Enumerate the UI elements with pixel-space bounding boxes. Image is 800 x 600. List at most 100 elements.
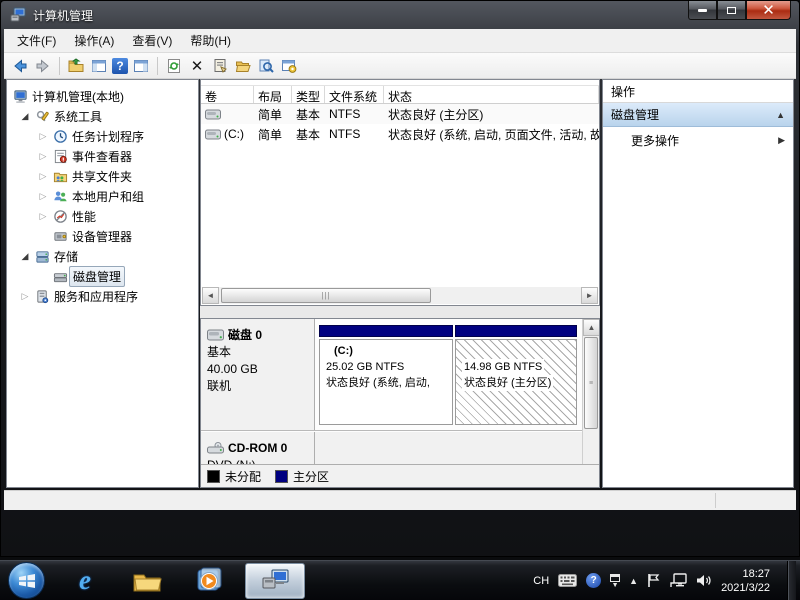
clock[interactable]: 18:27 2021/3/22 bbox=[721, 567, 778, 595]
tree-item-system-tools[interactable]: 系统工具 bbox=[7, 106, 198, 126]
disk-0-info[interactable]: 磁盘 0 基本 40.00 GB 联机 bbox=[201, 319, 315, 430]
forward-icon[interactable] bbox=[33, 56, 53, 76]
horizontal-scrollbar[interactable]: ◄ ||| ► bbox=[202, 287, 598, 304]
folder-icon bbox=[132, 569, 162, 593]
legend-primary: 主分区 bbox=[275, 468, 329, 485]
partition-c[interactable]: (C:) 25.02 GB NTFS 状态良好 (系统, 启动, bbox=[319, 325, 453, 425]
system-tray: CH ▼ bbox=[533, 561, 800, 600]
legend-unallocated: 未分配 bbox=[207, 468, 261, 485]
language-indicator[interactable]: CH bbox=[533, 575, 549, 587]
network-icon[interactable] bbox=[669, 573, 687, 588]
expander-icon[interactable] bbox=[17, 251, 33, 262]
windows-logo-icon bbox=[17, 571, 37, 591]
show-console-tree-icon[interactable] bbox=[89, 56, 109, 76]
volume-icon bbox=[205, 129, 221, 140]
cd-drive-icon bbox=[207, 442, 224, 454]
pane-splitter[interactable] bbox=[200, 306, 600, 318]
tray-date: 2021/3/22 bbox=[721, 581, 770, 595]
export-icon[interactable] bbox=[66, 56, 86, 76]
toolbar-separator bbox=[157, 57, 158, 75]
menu-file[interactable]: 文件(F) bbox=[8, 28, 65, 53]
speaker-icon[interactable] bbox=[696, 573, 712, 588]
menu-view[interactable]: 查看(V) bbox=[123, 28, 181, 53]
taskbar-explorer[interactable] bbox=[125, 563, 169, 599]
expander-icon[interactable] bbox=[35, 131, 51, 142]
taskbar-media-player[interactable] bbox=[187, 563, 231, 599]
window-title: 计算机管理 bbox=[33, 7, 93, 24]
taskbar-ie[interactable]: e bbox=[63, 563, 107, 599]
title-bar[interactable]: 计算机管理 bbox=[1, 1, 799, 29]
show-desktop-button[interactable] bbox=[787, 561, 796, 600]
column-type[interactable]: 类型 bbox=[292, 86, 325, 103]
computer-management-icon bbox=[260, 568, 290, 594]
expander-icon[interactable] bbox=[17, 291, 33, 302]
keyboard-icon[interactable] bbox=[558, 574, 577, 587]
touch-keyboard-icon[interactable]: ▼ bbox=[610, 574, 620, 588]
expander-icon[interactable] bbox=[35, 191, 51, 202]
scrollbar-thumb[interactable]: ≡ bbox=[584, 337, 598, 429]
volume-row[interactable]: 简单 基本 NTFS 状态良好 (主分区) bbox=[201, 104, 599, 124]
users-icon bbox=[51, 189, 69, 204]
tree-item-disk-management[interactable]: 磁盘管理 bbox=[7, 266, 198, 286]
maximize-button[interactable] bbox=[717, 1, 746, 20]
scroll-left-icon[interactable]: ◄ bbox=[202, 287, 219, 304]
refresh-icon[interactable] bbox=[164, 56, 184, 76]
more-actions-item[interactable]: 更多操作 ▶ bbox=[603, 127, 793, 153]
column-filesystem[interactable]: 文件系统 bbox=[325, 86, 384, 103]
properties-icon[interactable] bbox=[210, 56, 230, 76]
back-icon[interactable] bbox=[10, 56, 30, 76]
action-center-flag-icon[interactable] bbox=[647, 573, 660, 588]
collapse-icon[interactable]: ▲ bbox=[776, 110, 785, 120]
actions-section-disk-management[interactable]: 磁盘管理 ▲ bbox=[603, 103, 793, 127]
volume-list-header: 卷 布局 类型 文件系统 状态 bbox=[201, 85, 599, 104]
disk-0-partitions: (C:) 25.02 GB NTFS 状态良好 (系统, 启动, 14.98 G… bbox=[316, 319, 582, 430]
help-tray-icon[interactable] bbox=[586, 573, 601, 588]
delete-icon[interactable] bbox=[187, 56, 207, 76]
task-scheduler-icon bbox=[51, 129, 69, 144]
taskbar-computer-management-active[interactable] bbox=[245, 563, 305, 599]
tree-item-local-users-groups[interactable]: 本地用户和组 bbox=[7, 186, 198, 206]
column-volume[interactable]: 卷 bbox=[201, 86, 254, 103]
scrollbar-thumb[interactable]: ||| bbox=[221, 288, 431, 303]
tree-item-performance[interactable]: 性能 bbox=[7, 206, 198, 226]
tree-item-event-viewer[interactable]: 事件查看器 bbox=[7, 146, 198, 166]
open-icon[interactable] bbox=[233, 56, 253, 76]
system-tools-icon bbox=[33, 109, 51, 124]
menu-help[interactable]: 帮助(H) bbox=[181, 28, 240, 53]
volume-icon bbox=[205, 109, 221, 120]
console-options-icon[interactable] bbox=[279, 56, 299, 76]
tree-item-storage[interactable]: 存储 bbox=[7, 246, 198, 266]
expander-icon[interactable] bbox=[17, 111, 33, 122]
performance-icon bbox=[51, 209, 69, 224]
scroll-up-icon[interactable]: ▲ bbox=[583, 319, 600, 336]
caption-buttons bbox=[688, 1, 791, 20]
close-button[interactable] bbox=[746, 1, 791, 20]
help-icon[interactable] bbox=[112, 58, 128, 74]
expander-icon[interactable] bbox=[35, 151, 51, 162]
primary-partition-bar bbox=[455, 325, 577, 337]
scroll-right-icon[interactable]: ► bbox=[581, 287, 598, 304]
console-tree: 计算机管理(本地) 系统工具 任务计划程序 事件查看器 共享文件夹 bbox=[6, 79, 199, 488]
minimize-button[interactable] bbox=[688, 1, 717, 20]
status-bar bbox=[4, 490, 796, 510]
vertical-scrollbar[interactable]: ▲ ≡ ▼ bbox=[582, 319, 599, 488]
partition-legend: 未分配 主分区 bbox=[201, 464, 599, 487]
menu-action[interactable]: 操作(A) bbox=[65, 28, 123, 53]
expander-icon[interactable] bbox=[35, 211, 51, 222]
partition-unnamed-selected[interactable]: 14.98 GB NTFS 状态良好 (主分区) bbox=[455, 325, 577, 425]
column-layout[interactable]: 布局 bbox=[254, 86, 292, 103]
tree-item-shared-folders[interactable]: 共享文件夹 bbox=[7, 166, 198, 186]
volume-row[interactable]: (C:) 简单 基本 NTFS 状态良好 (系统, 启动, 页面文件, 活动, … bbox=[201, 124, 599, 144]
taskbar: e CH bbox=[0, 560, 800, 600]
find-icon[interactable] bbox=[256, 56, 276, 76]
tree-item-task-scheduler[interactable]: 任务计划程序 bbox=[7, 126, 198, 146]
start-button[interactable] bbox=[8, 562, 45, 599]
tree-item-computer-management[interactable]: 计算机管理(本地) bbox=[7, 86, 198, 106]
expander-icon[interactable] bbox=[35, 171, 51, 182]
tree-item-device-manager[interactable]: 设备管理器 bbox=[7, 226, 198, 246]
column-status[interactable]: 状态 bbox=[384, 86, 599, 103]
event-viewer-icon bbox=[51, 149, 69, 164]
show-hidden-icons-icon[interactable] bbox=[629, 576, 638, 586]
tree-item-services-applications[interactable]: 服务和应用程序 bbox=[7, 286, 198, 306]
show-action-pane-icon[interactable] bbox=[131, 56, 151, 76]
